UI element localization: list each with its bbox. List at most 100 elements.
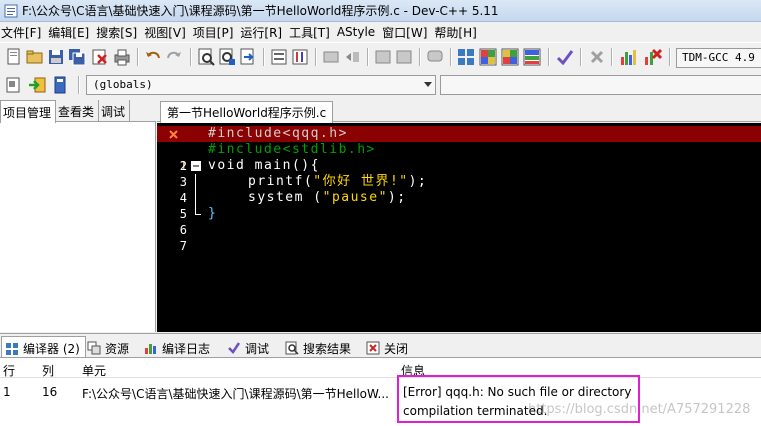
toggle-bookmark-icon[interactable] xyxy=(321,47,341,67)
indent-left-icon[interactable] xyxy=(373,47,393,67)
header-unit[interactable]: 单元 xyxy=(82,362,106,379)
error-marker-icon xyxy=(169,130,178,139)
tab-debug-bottom[interactable]: 调试 xyxy=(224,336,274,357)
tab-close-label: 关闭 xyxy=(384,341,409,356)
compiler-grid-icon xyxy=(6,342,18,355)
compile-run-icon[interactable] xyxy=(500,47,520,67)
tab-project-manager[interactable]: 项目管理 xyxy=(0,100,57,123)
editor-tab-file[interactable]: 第一节HelloWorld程序示例.c xyxy=(160,101,334,123)
tab-compiler-label: 编译器 (2) xyxy=(23,342,80,356)
project-options-icon[interactable] xyxy=(50,75,70,95)
undo-icon[interactable] xyxy=(143,47,163,67)
main-toolbar: TDM-GCC 4.9 xyxy=(0,42,761,72)
line-number: 7 xyxy=(179,239,187,253)
cell-message-line2: compilation terminated. xyxy=(403,404,548,418)
project-panel: 项目管理 查看类 调试 xyxy=(0,100,156,332)
tab-search-results-label: 搜索结果 xyxy=(303,341,352,356)
compiler-results-table: 行 列 单元 信息 1 16 F:\公众号\C语言\基础快速入门\课程源码\第一… xyxy=(0,357,761,426)
code-line[interactable]: 1 #include<qqq.h> xyxy=(157,126,761,173)
code-line[interactable]: 3 void main(){ xyxy=(157,158,761,189)
fold-collapse-icon[interactable] xyxy=(191,161,201,171)
tab-compile-log[interactable]: 编译日志 xyxy=(141,336,215,357)
menu-view[interactable]: 视图[V] xyxy=(144,24,193,41)
profile-delete-icon[interactable] xyxy=(642,47,662,67)
print-icon[interactable] xyxy=(112,47,132,67)
run-icon[interactable] xyxy=(478,47,498,67)
menu-edit[interactable]: 编辑[E] xyxy=(48,24,96,41)
menu-tools[interactable]: 工具[T] xyxy=(289,24,337,41)
code-line[interactable]: 6 } xyxy=(157,206,761,237)
tab-resources-label: 资源 xyxy=(105,341,130,356)
menu-search[interactable]: 搜索[S] xyxy=(96,24,144,41)
compile-icon[interactable] xyxy=(456,47,476,67)
menu-project[interactable]: 项目[P] xyxy=(193,24,241,41)
new-file-icon[interactable] xyxy=(4,47,24,67)
fold-guide xyxy=(195,174,196,190)
stop-execution-icon[interactable] xyxy=(587,47,607,67)
table-header: 行 列 单元 信息 xyxy=(0,358,761,378)
code-end: ); xyxy=(387,190,407,205)
code-text: } xyxy=(208,206,218,221)
profile-chart-icon[interactable] xyxy=(618,47,638,67)
project-icon[interactable] xyxy=(269,47,289,67)
tab-close[interactable]: 关闭 xyxy=(363,336,413,357)
tab-compiler[interactable]: 编译器 (2) xyxy=(1,336,86,357)
close-file-icon[interactable] xyxy=(90,47,110,67)
replace-icon[interactable] xyxy=(217,47,237,67)
error-message-highlight: [Error] qqq.h: No such file or directory… xyxy=(397,375,640,423)
fold-guide xyxy=(195,206,196,214)
code-text: #include<stdlib.h> xyxy=(208,142,376,157)
save-all-icon[interactable] xyxy=(67,47,87,67)
compiler-select[interactable]: TDM-GCC 4.9 xyxy=(676,48,761,68)
cell-unit: F:\公众号\C语言\基础快速入门\课程源码\第一节HelloW... xyxy=(82,387,389,401)
debug-check-icon[interactable] xyxy=(555,47,575,67)
code-end: ); xyxy=(408,174,428,189)
bottom-tabs: 编译器 (2) 资源 编译日志 调试 搜索结果 关闭 xyxy=(0,333,761,357)
add-to-project-icon[interactable] xyxy=(27,75,47,95)
cell-message-line1: [Error] qqq.h: No such file or directory xyxy=(403,385,632,399)
menu-help[interactable]: 帮助[H] xyxy=(434,24,483,41)
new-project-icon[interactable] xyxy=(4,75,24,95)
code-line[interactable]: 2 #include<stdlib.h> xyxy=(157,142,761,173)
close-icon xyxy=(366,341,380,355)
fold-end xyxy=(195,214,201,215)
search-results-icon xyxy=(285,341,299,355)
menu-file[interactable]: 文件[F] xyxy=(0,24,48,41)
save-icon[interactable] xyxy=(46,47,66,67)
tab-class-view[interactable]: 查看类 xyxy=(56,100,100,121)
menu-window[interactable]: 窗口[W] xyxy=(382,24,434,41)
goto-line-icon[interactable] xyxy=(238,47,258,67)
function-dropdown[interactable] xyxy=(440,75,761,95)
unindent-icon[interactable] xyxy=(342,47,362,67)
code-line[interactable]: 5 system ("pause"); xyxy=(157,190,761,221)
code-string: "你好 世界!" xyxy=(313,174,409,189)
code-fn: system ( xyxy=(248,190,323,205)
rebuild-icon[interactable] xyxy=(522,47,542,67)
code-keyword: void xyxy=(208,158,246,173)
code-line[interactable]: 4 printf("你好 世界!"); xyxy=(157,174,761,205)
indent-right-icon[interactable] xyxy=(394,47,414,67)
insert-icon[interactable] xyxy=(290,47,310,67)
tab-debug[interactable]: 调试 xyxy=(99,100,131,121)
code-text: printf("你好 世界!"); xyxy=(248,174,427,190)
comment-icon[interactable] xyxy=(425,47,445,67)
code-fn: printf( xyxy=(248,174,314,189)
menu-astyle[interactable]: AStyle xyxy=(337,25,382,39)
menu-run[interactable]: 运行[R] xyxy=(240,24,289,41)
title-bar: F:\公众号\C语言\基础快速入门\课程源码\第一节HelloWorld程序示例… xyxy=(0,0,761,22)
tab-compile-log-label: 编译日志 xyxy=(162,341,211,356)
open-file-icon[interactable] xyxy=(25,47,45,67)
fold-guide xyxy=(195,190,196,206)
tab-resources[interactable]: 资源 xyxy=(84,336,134,357)
scope-dropdown[interactable]: (globals) xyxy=(86,75,436,95)
header-line[interactable]: 行 xyxy=(3,362,15,379)
code-line[interactable]: 7 xyxy=(157,222,761,253)
code-editor[interactable]: 1 #include<qqq.h> 2 #include<stdlib.h> 3… xyxy=(157,123,761,332)
tab-search-results[interactable]: 搜索结果 xyxy=(282,336,356,357)
class-toolbar: (globals) xyxy=(0,72,761,98)
find-icon[interactable] xyxy=(196,47,216,67)
redo-icon[interactable] xyxy=(164,47,184,67)
header-col[interactable]: 列 xyxy=(42,362,54,379)
table-row[interactable]: 1 16 F:\公众号\C语言\基础快速入门\课程源码\第一节HelloW... xyxy=(0,382,761,402)
resources-icon xyxy=(87,341,101,355)
